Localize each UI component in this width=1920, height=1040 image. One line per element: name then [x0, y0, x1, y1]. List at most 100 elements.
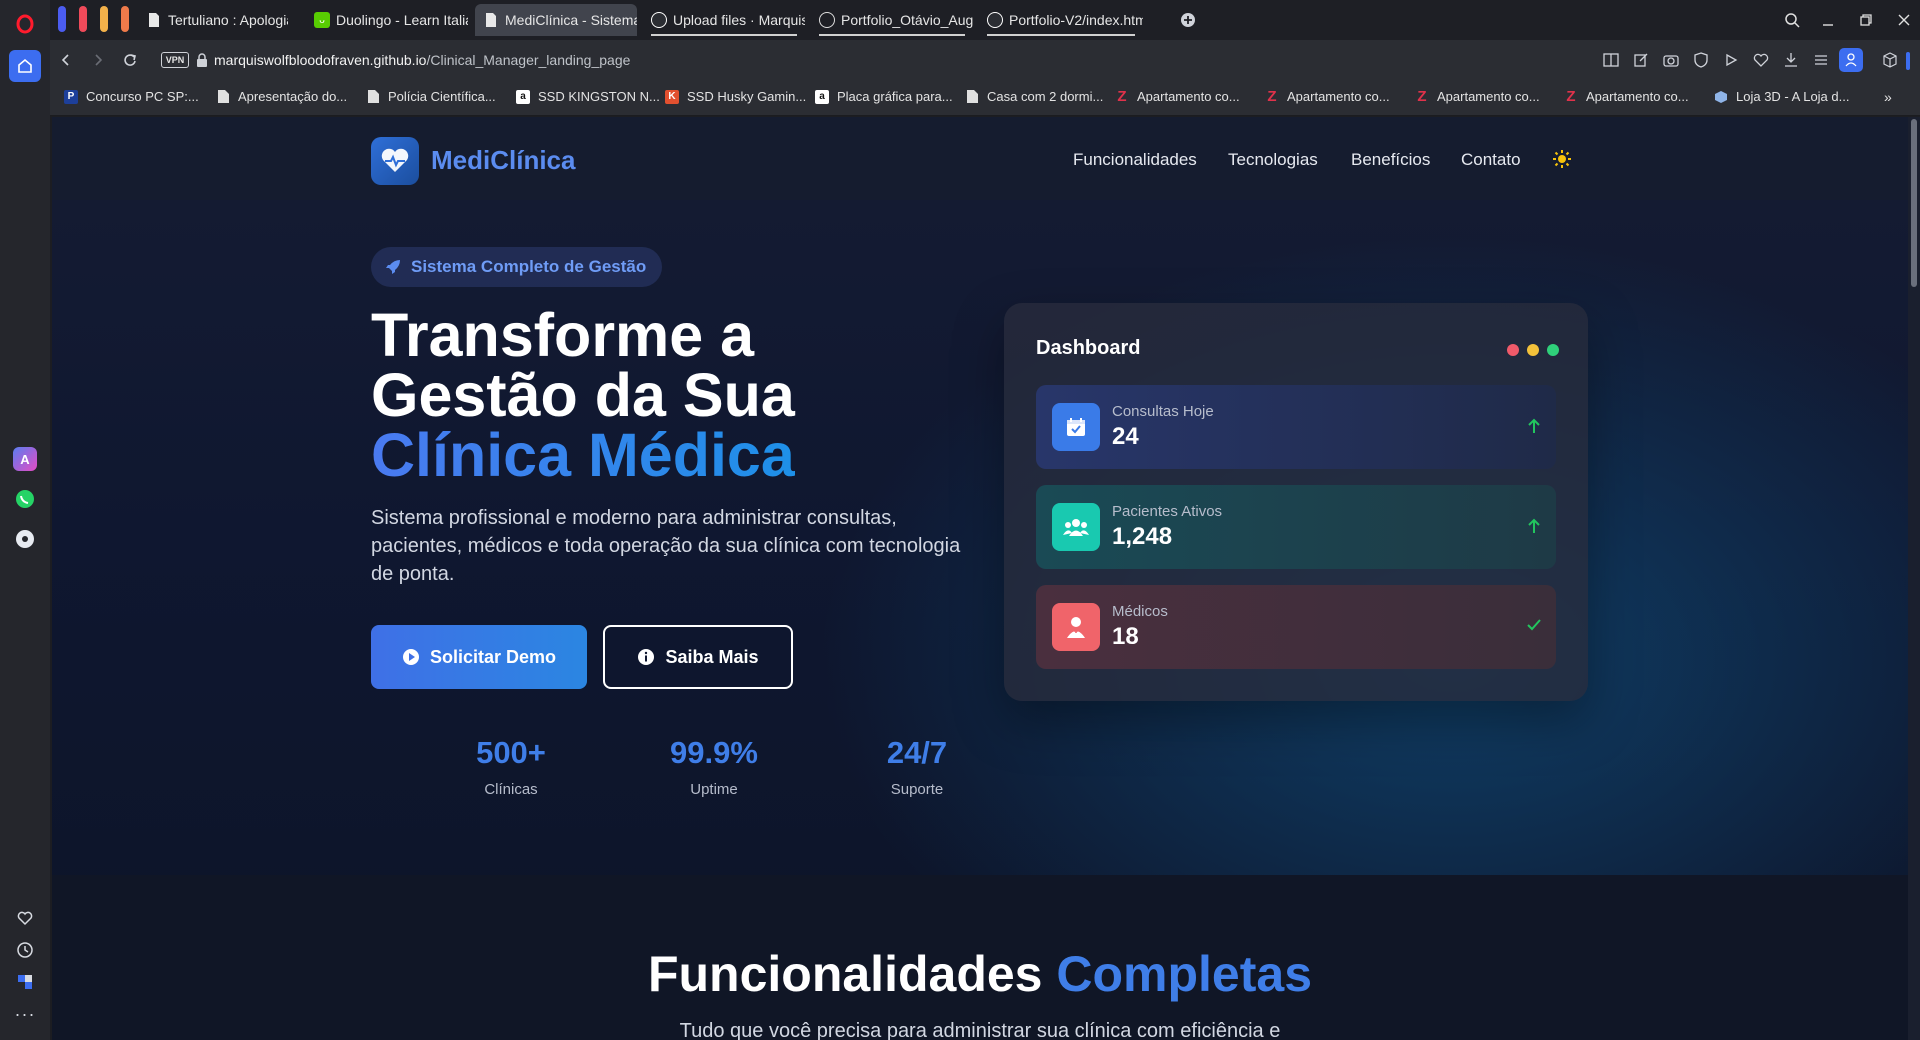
request-demo-button[interactable]: Solicitar Demo	[371, 625, 587, 689]
aria-icon[interactable]: A	[9, 443, 41, 475]
vpn-badge[interactable]: VPN	[161, 52, 189, 68]
snapshot-icon[interactable]	[1661, 50, 1681, 70]
nav-funcionalidades[interactable]: Funcionalidades	[1073, 150, 1197, 170]
tab-title: Portfolio-V2/index.html	[1009, 12, 1143, 28]
stat-label: Clínicas	[484, 781, 538, 798]
arrow-up-icon	[1526, 417, 1542, 440]
history-icon[interactable]	[9, 934, 41, 966]
stat-suporte: 24/7 Suporte	[827, 735, 1007, 798]
learn-more-button[interactable]: Saiba Mais	[603, 625, 793, 689]
home-icon[interactable]	[9, 50, 41, 82]
brand-name[interactable]: MediClínica	[431, 145, 575, 176]
pinned-tab[interactable]	[100, 6, 108, 32]
url-text[interactable]: marquiswolfbloodofraven.github.io/Clinic…	[214, 52, 630, 68]
amazon-icon: a	[815, 89, 829, 104]
badge-label: Sistema Completo de Gestão	[411, 257, 647, 276]
bookmark-item[interactable]: Z Apartamento co...	[1564, 88, 1688, 105]
restore-icon[interactable]	[1856, 10, 1876, 30]
tab-underline	[819, 34, 965, 36]
tab-title: Duolingo - Learn Italian	[336, 12, 468, 28]
bookmarks-bar: P Concurso PC SP:... Apresentação do... P…	[50, 80, 1920, 116]
close-icon[interactable]	[1894, 10, 1914, 30]
card-label: Pacientes Ativos	[1112, 503, 1223, 520]
sidebar-indicator	[1906, 52, 1910, 70]
document-icon	[366, 90, 380, 104]
document-icon	[216, 90, 230, 104]
bookmark-item[interactable]: K SSD Husky Gamin...	[665, 89, 806, 104]
minimize-icon[interactable]	[1818, 10, 1838, 30]
bookmark-item[interactable]: Casa com 2 dormi...	[965, 89, 1103, 104]
search-tabs-icon[interactable]	[1782, 10, 1802, 30]
stat-value: 99.9%	[670, 735, 758, 770]
bookmark-item[interactable]: a SSD KINGSTON N...	[516, 89, 660, 104]
shield-icon[interactable]	[1691, 50, 1711, 70]
users-icon	[1052, 503, 1100, 551]
reader-mode-icon[interactable]	[1601, 50, 1621, 70]
site-navbar: MediClínica Funcionalidades Tecnologias …	[52, 117, 1908, 200]
scrollbar-thumb[interactable]	[1911, 119, 1917, 287]
hero-badge: Sistema Completo de Gestão	[371, 247, 663, 287]
heart-icon[interactable]	[9, 902, 41, 934]
pinned-tab[interactable]	[58, 6, 66, 32]
bookmark-item[interactable]: Z Apartamento co...	[1415, 88, 1539, 105]
tab-underline	[987, 34, 1135, 36]
amazon-icon: a	[516, 89, 530, 104]
pf-icon: P	[64, 89, 78, 104]
profile-icon[interactable]	[1839, 48, 1863, 72]
github-icon	[651, 12, 667, 28]
opera-menu-icon[interactable]	[9, 8, 41, 40]
browser-sidebar: A ···	[0, 0, 50, 1040]
reload-icon[interactable]	[120, 50, 140, 70]
bookmark-item[interactable]: Apresentação do...	[216, 89, 347, 104]
hero-headline-highlight: Clínica Médica	[371, 421, 795, 489]
music-player-icon[interactable]	[9, 523, 41, 555]
new-tab-icon[interactable]	[1178, 10, 1198, 30]
forward-icon[interactable]	[88, 50, 108, 70]
easy-setup-icon[interactable]	[1811, 50, 1831, 70]
card-consultas-hoje: Consultas Hoje 24	[1036, 385, 1556, 469]
bookmark-heart-icon[interactable]	[1751, 50, 1771, 70]
nav-tecnologias[interactable]: Tecnologias	[1228, 150, 1318, 170]
chat-icon	[819, 12, 835, 28]
lock-icon[interactable]	[196, 53, 208, 72]
back-icon[interactable]	[56, 50, 76, 70]
stat-value: 24/7	[886, 735, 948, 770]
window-dot-yellow	[1527, 344, 1539, 356]
bookmark-item[interactable]: Z Apartamento co...	[1265, 88, 1389, 105]
bookmark-item[interactable]: P Concurso PC SP:...	[64, 89, 199, 104]
download-icon[interactable]	[1781, 50, 1801, 70]
rocket-icon	[386, 260, 400, 274]
nav-contato[interactable]: Contato	[1461, 150, 1521, 170]
tab-portfolio[interactable]: Portfolio_Otávio_Augu	[811, 4, 973, 36]
cube-extension-icon[interactable]	[1880, 50, 1900, 70]
tab-title: Tertuliano : Apologia	[168, 12, 288, 28]
bookmarks-overflow-icon[interactable]: »	[1884, 89, 1892, 105]
pinned-tab[interactable]	[121, 6, 129, 32]
bookmark-item[interactable]: Loja 3D - A Loja d...	[1714, 89, 1849, 104]
tab-tertuliano[interactable]: Tertuliano : Apologia	[138, 4, 288, 36]
tab-mediclinica[interactable]: MediClínica - Sistema C	[475, 4, 637, 36]
more-icon[interactable]: ···	[9, 998, 41, 1030]
play-icon[interactable]	[1721, 50, 1741, 70]
pinned-tab[interactable]	[79, 6, 87, 32]
card-value: 1,248	[1112, 523, 1173, 550]
tab-duolingo[interactable]: ᴗ Duolingo - Learn Italian	[306, 4, 468, 36]
sun-icon[interactable]	[1553, 150, 1571, 173]
zap-icon: Z	[1117, 88, 1127, 105]
page-scrollbar[interactable]	[1908, 117, 1920, 1040]
address-bar[interactable]: VPN marquiswolfbloodofraven.github.io/Cl…	[150, 46, 1628, 74]
heart-pulse-icon[interactable]	[371, 137, 419, 185]
bookmark-item[interactable]: Z Apartamento co...	[1115, 88, 1239, 105]
extensions-icon[interactable]	[9, 966, 41, 998]
hero-description: Sistema profissional e moderno para admi…	[371, 507, 961, 585]
play-circle-icon	[402, 649, 419, 665]
bookmark-item[interactable]: a Placa gráfica para...	[815, 89, 953, 104]
whatsapp-icon[interactable]	[9, 483, 41, 515]
tab-upload-files[interactable]: Upload files · MarquisW	[643, 4, 805, 36]
tab-portfolio-v2[interactable]: Portfolio-V2/index.html	[979, 4, 1143, 36]
edit-icon[interactable]	[1631, 50, 1651, 70]
nav-beneficios[interactable]: Benefícios	[1351, 150, 1430, 170]
dashboard-title: Dashboard	[1036, 337, 1141, 359]
bookmark-item[interactable]: Polícia Científica...	[366, 89, 496, 104]
features-title: Funcionalidades Completas	[647, 946, 1313, 1002]
